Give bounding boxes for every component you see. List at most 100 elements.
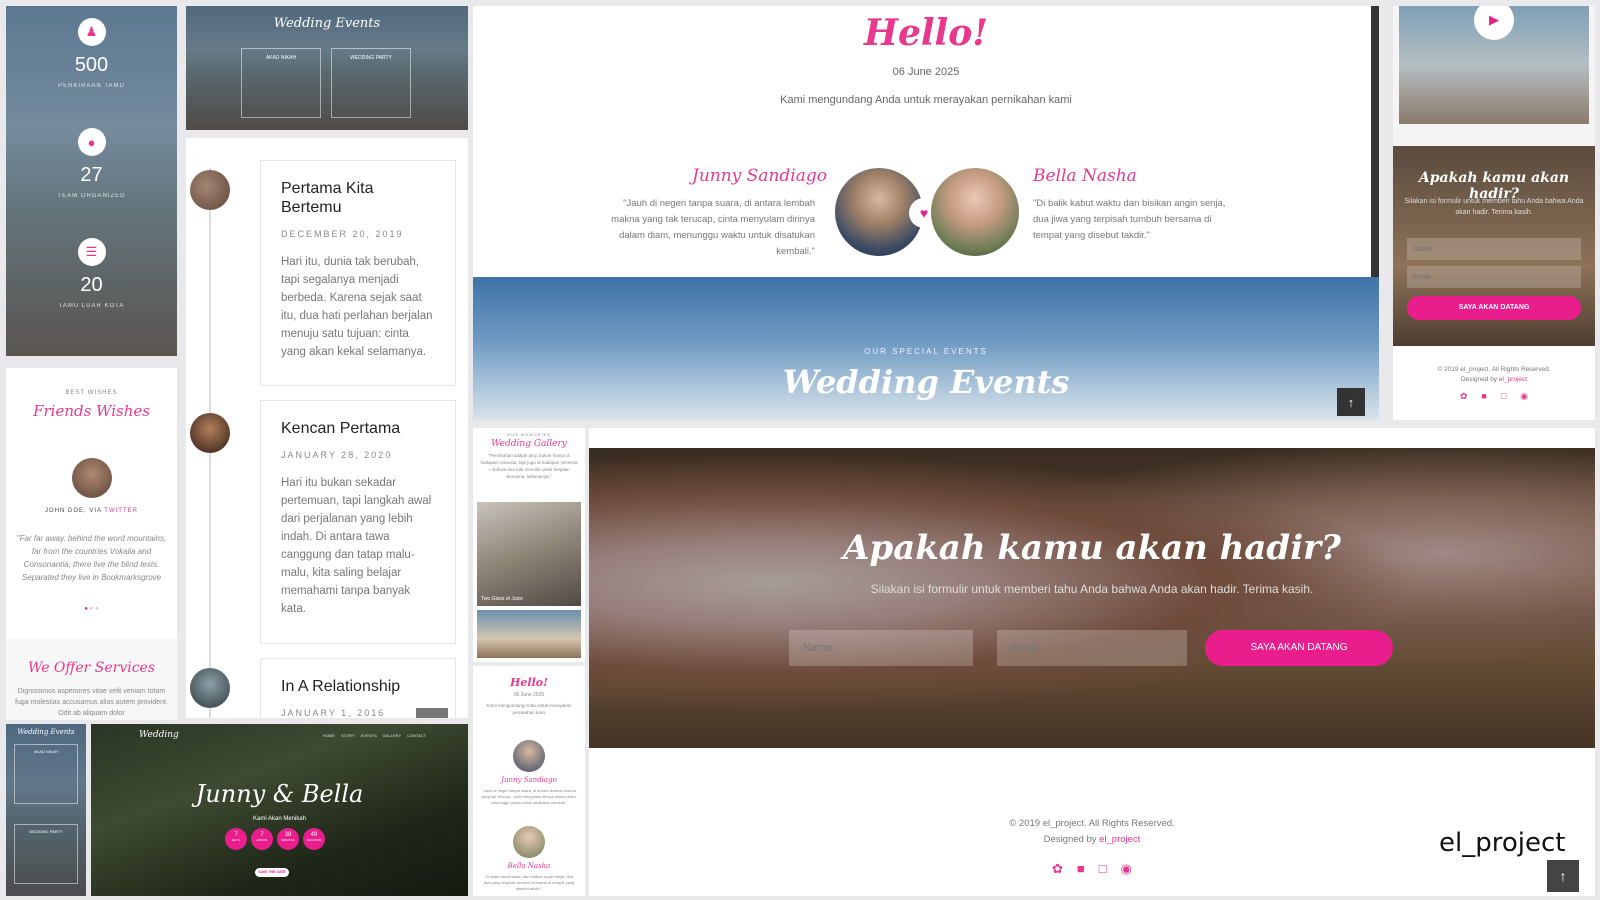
hero-nav: HOME STORY EVENTS GALLERY CONTACT (323, 733, 426, 738)
event-card: WEDDING PARTY (331, 48, 411, 118)
hello-title: Hello! (863, 12, 989, 54)
timeline-card: Kencan Pertama JANUARY 28, 2020 Hari itu… (260, 400, 456, 644)
gallery-photo[interactable]: Two Glass of Juice (477, 502, 581, 606)
rsvp-submit-button[interactable]: SAYA AKAN DATANG (1205, 630, 1393, 666)
dribbble-icon[interactable]: ◉ (1121, 861, 1132, 877)
stat-value: 27 (80, 164, 103, 186)
facebook-icon[interactable]: ■ (1481, 391, 1486, 401)
bride-avatar (931, 168, 1019, 256)
timeline-date: JANUARY 28, 2020 (281, 450, 393, 460)
gallery-caption: Two Glass of Juice (481, 596, 523, 602)
hello-panel: Hello! 06 June 2025 Kami mengundang Anda… (473, 6, 1379, 420)
name-field[interactable] (1407, 238, 1581, 260)
scrollbar[interactable] (1371, 6, 1379, 277)
bride-quote: "Di balik kabut waktu dan bisikan angin … (1033, 198, 1226, 241)
hello-mobile-title: Hello! (510, 676, 548, 689)
groom-name: Junny Sandiago (692, 166, 827, 186)
save-the-date-button[interactable]: SAVE THE DATE (255, 868, 289, 877)
countdown-label: MINUTES (281, 838, 295, 842)
scroll-top-button[interactable] (416, 708, 448, 718)
wishes-panel: BEST WISHES Friends Wishes JOHN DOE, VIA… (6, 368, 177, 720)
twitter-icon[interactable]: ✿ (1052, 861, 1063, 877)
timeline-panel: Pertama Kita Bertemu DECEMBER 20, 2019 H… (186, 138, 468, 718)
play-icon[interactable]: ▶ (1474, 6, 1514, 40)
events-title: Wedding Events (782, 363, 1070, 401)
hero-panel: Wedding HOME STORY EVENTS GALLERY CONTACT Ju… (91, 724, 468, 896)
events-thumbnail: Wedding Events AKAD NIKAH WEDDING PARTY (186, 6, 468, 130)
timeline-title: In A Relationship (281, 678, 401, 695)
events-thumb-title: Wedding Events (273, 16, 381, 31)
rsvp-small-subtitle: Silakan isi formulir untuk memberi tahu … (1404, 198, 1584, 216)
twitter-icon[interactable]: ✿ (1460, 391, 1468, 402)
facebook-icon[interactable]: ■ (1077, 861, 1085, 876)
flowers-background: Apakah kamu akan hadir? Silakan isi form… (589, 448, 1595, 748)
gallery-photo[interactable] (477, 610, 581, 658)
rsvp-title: Apakah kamu akan hadir? (843, 528, 1341, 568)
avatar (190, 413, 230, 453)
wish-author-link[interactable]: TWITTER (104, 508, 138, 514)
rsvp-small-form: Apakah kamu akan hadir? Silakan isi form… (1393, 146, 1595, 346)
instagram-icon[interactable]: □ (1501, 391, 1506, 401)
gallery-eyebrow: OUR MEMORIES (507, 432, 551, 437)
event-card: AKAD NIKAH (14, 744, 78, 804)
nav-home[interactable]: HOME (323, 733, 335, 738)
avatar (190, 170, 230, 210)
carousel-dots[interactable]: ● ● ● (6, 606, 177, 612)
countdown-label: SECONDS (306, 838, 322, 842)
timeline-title: Kencan Pertama (281, 420, 401, 437)
hello-mobile-date: 06 June 2025 (513, 692, 545, 698)
copyright: © 2019 el_project. All Rights Reserved. (1437, 366, 1551, 373)
designer-link[interactable]: el_project (1499, 376, 1527, 383)
stat-item: ☰ 20 TAMU LUAR KOTA (6, 238, 177, 309)
name-field[interactable] (789, 630, 973, 666)
nav-story[interactable]: STORY (341, 733, 355, 738)
stats-panel: ♟ 500 PERKIRAAN TAMU ● 27 TEAM ORGANIZED… (6, 6, 177, 356)
designed-by: Designed by (1460, 376, 1498, 383)
rsvp-main-panel: Apakah kamu akan hadir? Silakan isi form… (589, 428, 1595, 896)
countdown: 7 DAYS 7 HOURS 38 MINUTES 49 SECONDS (225, 828, 325, 850)
countdown-label: HOURS (256, 838, 268, 842)
bride-avatar (513, 826, 545, 858)
stat-label: TEAM ORGANIZED (57, 193, 126, 199)
hero-subtitle: Kami Akan Menikah (252, 816, 307, 822)
wish-author: JOHN DOE, VIA TWITTER (6, 508, 177, 514)
rsvp-subtitle: Silakan isi formulir untuk memberi tahu … (870, 582, 1314, 596)
email-field[interactable] (1407, 266, 1581, 288)
nav-gallery[interactable]: GALLERY (383, 733, 401, 738)
groom-quote: "Jauh di negeri tanpa suara, di antara l… (611, 198, 815, 257)
designer-link[interactable]: el_project (1099, 834, 1140, 845)
timeline-text: Hari itu bukan sekadar pertemuan, tapi l… (281, 477, 432, 615)
invite-subtitle: Kami mengundang Anda untuk merayakan per… (780, 94, 1072, 106)
countdown-seconds: 49 SECONDS (303, 828, 325, 850)
bride-quote: "Di balik kabut waktu dan bisikan angin … (483, 874, 575, 891)
users-icon: ♟ (77, 18, 106, 46)
nav-contact[interactable]: CONTACT (407, 733, 426, 738)
instagram-icon[interactable]: □ (1099, 861, 1107, 876)
dribbble-icon[interactable]: ◉ (1520, 391, 1528, 402)
countdown-hours: 7 HOURS (251, 828, 273, 850)
services-text: Dignissimos asperiores vitae velit venia… (15, 688, 168, 716)
bride-name: Bella Nasha (507, 862, 551, 870)
events-banner: OUR SPECIAL EVENTS Wedding Events ↑ (473, 277, 1379, 420)
stat-label: PERKIRAAN TAMU (58, 83, 125, 89)
events-eyebrow: OUR SPECIAL EVENTS (864, 347, 988, 356)
scroll-top-button[interactable]: ↑ (1547, 860, 1579, 892)
countdown-days: 7 DAYS (225, 828, 247, 850)
book-icon: ☰ (77, 238, 106, 266)
wishes-eyebrow: BEST WISHES (65, 390, 118, 396)
rsvp-submit-button[interactable]: SAYA AKAN DATANG (1407, 296, 1581, 320)
hero-logo[interactable]: Wedding (139, 730, 179, 740)
events-mobile-panel: Wedding Events AKAD NIKAH WEDDING PARTY (6, 724, 86, 896)
event-card: AKAD NIKAH (241, 48, 321, 118)
groom-avatar (513, 740, 545, 772)
stat-item: ● 27 TEAM ORGANIZED (6, 128, 177, 199)
stat-value: 500 (74, 54, 109, 76)
stat-item: ♟ 500 PERKIRAAN TAMU (6, 18, 177, 89)
nav-events[interactable]: EVENTS (361, 733, 377, 738)
scroll-top-button[interactable]: ↑ (1337, 388, 1365, 416)
email-field[interactable] (997, 630, 1187, 666)
events-mobile-title: Wedding Events (17, 728, 75, 736)
bride-name: Bella Nasha (1033, 166, 1137, 186)
gallery-title: Wedding Gallery (491, 439, 567, 449)
designed-by: Designed by (1043, 834, 1097, 845)
